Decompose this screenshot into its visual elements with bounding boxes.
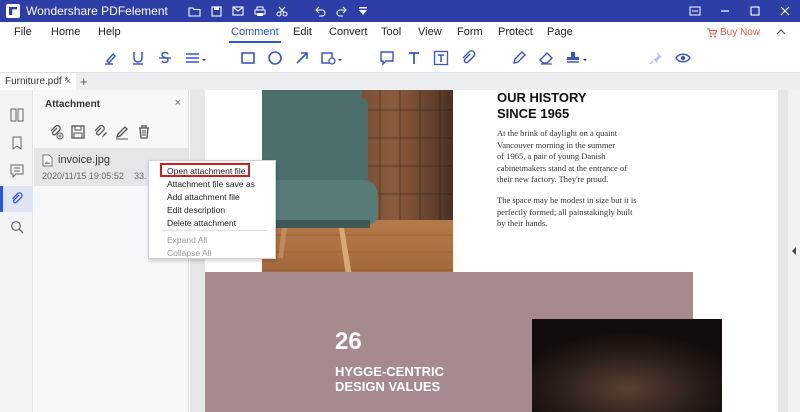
maximize-icon[interactable] [740,0,770,22]
edit-description-icon[interactable] [114,124,130,140]
rectangle-icon[interactable] [238,48,258,68]
dark-lamp-photo [532,319,722,412]
history-heading: OUR HISTORY SINCE 1965 [497,90,587,121]
history-paragraph-2: The space may be modest in size but it i… [497,195,637,228]
minimize-icon[interactable] [710,0,740,22]
quick-access-toolbar [188,5,368,17]
undo-icon[interactable] [314,6,326,17]
menu-help[interactable]: Help [98,26,121,38]
scissors-icon[interactable] [276,6,288,17]
image-file-icon [42,154,53,170]
add-tab-button[interactable]: + [80,73,88,90]
attachment-date: 2020/11/15 19:05:52 [42,171,124,181]
save-attachment-icon[interactable] [70,124,86,140]
pencil-icon[interactable] [509,48,529,68]
text-icon[interactable] [404,48,424,68]
oval-icon[interactable] [265,48,285,68]
thumbnail-icon[interactable] [0,102,33,128]
pin-icon[interactable] [646,48,666,68]
strikethrough-icon[interactable] [155,48,175,68]
highlight-icon[interactable] [101,48,121,68]
menu-convert[interactable]: Convert [329,26,368,38]
shape-icon[interactable] [319,48,345,68]
menu-view[interactable]: View [418,26,442,38]
underline-icon[interactable] [128,48,148,68]
ctx-add-attachment[interactable]: Add attachment file [167,192,240,202]
eye-icon[interactable] [673,48,693,68]
save-icon[interactable] [211,5,222,17]
email-icon[interactable] [232,6,244,16]
menu-comment[interactable]: Comment [229,26,281,43]
vertical-scrollbar[interactable] [788,90,800,412]
attachment-name: invoice.jpg [58,154,110,166]
menu-page[interactable]: Page [547,26,573,38]
feedback-icon[interactable] [680,0,710,22]
add-attachment-icon[interactable] [48,124,64,140]
close-window-icon[interactable] [770,0,800,22]
buy-now-label: Buy Now [719,27,760,38]
section-heading: HYGGE-CENTRIC DESIGN VALUES [335,364,445,394]
edit-attachment-icon[interactable] [92,124,108,140]
customize-dropdown-icon[interactable] [358,6,368,16]
menu-home[interactable]: Home [51,26,80,38]
redo-icon[interactable] [336,6,348,17]
buy-now-button[interactable]: Buy Now [706,27,760,38]
pdf-page: OUR HISTORY SINCE 1965 At the brink of d… [205,90,778,412]
menu-separator [161,230,267,231]
app-logo-icon [6,4,20,18]
ctx-save-as[interactable]: Attachment file save as [167,179,255,189]
context-menu: Open attachment file Attachment file sav… [148,160,276,259]
menu-edit[interactable]: Edit [293,26,312,38]
arrow-icon[interactable] [292,48,312,68]
menu-form[interactable]: Form [457,26,483,38]
app-title: Wondershare PDFelement [26,4,168,18]
bookmark-icon[interactable] [0,130,33,156]
chair-photo [262,90,453,297]
comment-list-icon[interactable] [0,158,33,184]
history-paragraph-1: At the brink of daylight on a quaint Van… [497,128,628,184]
open-folder-icon[interactable] [188,6,201,17]
document-tab-strip: Furniture.pdf * × + [0,72,800,91]
highlight-box [160,163,250,177]
menu-protect[interactable]: Protect [498,26,533,38]
attachment-icon[interactable] [458,48,478,68]
search-icon[interactable] [0,214,33,240]
close-tab-icon[interactable]: × [66,73,71,90]
ctx-expand-all: Expand All [167,235,208,245]
document-viewport[interactable]: OUR HISTORY SINCE 1965 At the brink of d… [190,90,788,412]
menu-bar: File Home Help Comment Edit Convert Tool… [0,22,800,44]
document-tab-label: Furniture.pdf * [5,76,69,87]
collapse-right-panel-icon[interactable] [791,246,797,259]
comment-toolbar [0,44,800,72]
print-icon[interactable] [254,6,266,17]
attachment-tools [48,124,152,140]
eraser-icon[interactable] [536,48,556,68]
document-tab[interactable]: Furniture.pdf * × [0,73,76,91]
collapse-ribbon-icon[interactable] [776,27,786,39]
stamp-icon[interactable] [563,48,591,68]
panel-title: Attachment [45,99,101,110]
cart-icon [706,27,717,37]
menu-tool[interactable]: Tool [381,26,401,38]
panel-close-icon[interactable]: × [175,97,181,109]
ctx-edit-description[interactable]: Edit description [167,205,225,215]
line-style-icon[interactable] [183,48,209,68]
left-sidebar-rail [0,90,33,412]
title-bar: Wondershare PDFelement [0,0,800,22]
delete-icon[interactable] [136,124,152,140]
attachment-size: 33. [134,171,147,181]
menu-file[interactable]: File [14,26,32,38]
attachment-panel-icon[interactable] [0,186,33,212]
section-number: 26 [335,328,362,355]
window-controls [680,0,800,22]
text-box-icon[interactable] [431,48,451,68]
sticky-note-icon[interactable] [377,48,397,68]
ctx-collapse-all: Collapse All [167,248,212,258]
ctx-delete-attachment[interactable]: Delete attachment [167,218,236,228]
